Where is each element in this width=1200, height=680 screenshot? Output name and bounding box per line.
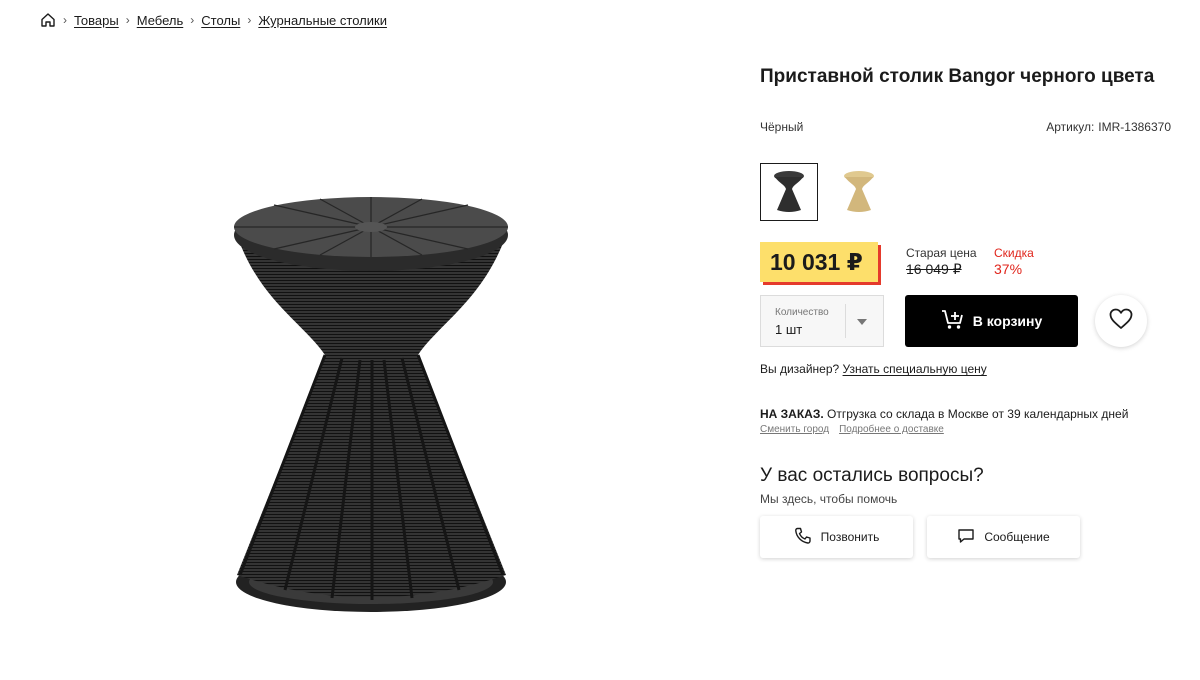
breadcrumb-link-coffee-tables[interactable]: Журнальные столики bbox=[258, 13, 387, 28]
breadcrumb-link-tables[interactable]: Столы bbox=[201, 13, 240, 28]
delivery-status: НА ЗАКАЗ. bbox=[760, 407, 824, 421]
old-price-label: Старая цена bbox=[906, 246, 977, 260]
delivery-info: НА ЗАКАЗ. Отгрузка со склада в Москве от… bbox=[760, 407, 1128, 421]
discount-value: 37% bbox=[994, 261, 1023, 277]
message-button[interactable]: Сообщение bbox=[927, 516, 1080, 558]
color-swatches bbox=[760, 163, 888, 221]
color-name: Чёрный bbox=[760, 120, 804, 134]
message-label: Сообщение bbox=[984, 530, 1050, 544]
product-info: Приставной столик Bangor черного цвета Ч… bbox=[760, 0, 1180, 680]
current-price: 10 031 ₽ bbox=[760, 242, 878, 282]
breadcrumb-link-furniture[interactable]: Мебель bbox=[137, 13, 184, 28]
special-price-link[interactable]: Узнать специальную цену bbox=[843, 362, 987, 376]
call-button[interactable]: Позвонить bbox=[760, 516, 913, 558]
quantity-value: 1 шт bbox=[775, 322, 803, 337]
article-label: Артикул: bbox=[1046, 120, 1095, 134]
breadcrumb-separator: › bbox=[247, 13, 252, 27]
chat-icon bbox=[957, 528, 975, 547]
home-icon[interactable] bbox=[40, 12, 56, 28]
product-title: Приставной столик Bangor черного цвета bbox=[760, 66, 1155, 87]
breadcrumb-separator: › bbox=[190, 13, 195, 27]
breadcrumb-link-goods[interactable]: Товары bbox=[74, 13, 119, 28]
swatch-black[interactable] bbox=[760, 163, 818, 221]
change-city-link[interactable]: Сменить город bbox=[760, 424, 829, 435]
designer-offer: Вы дизайнер? Узнать специальную цену bbox=[760, 362, 987, 376]
discount-label: Скидка bbox=[994, 246, 1034, 260]
delivery-links: Сменить город Подробнее о доставке bbox=[760, 424, 944, 435]
old-price: Старая цена 16 049 ₽ bbox=[906, 245, 977, 277]
add-to-cart-label: В корзину bbox=[972, 313, 1043, 329]
chevron-down-icon[interactable] bbox=[857, 319, 867, 325]
article-value: IMR-1386370 bbox=[1098, 120, 1171, 134]
article-number: Артикул: IMR-1386370 bbox=[1042, 120, 1171, 134]
product-image[interactable] bbox=[180, 150, 560, 640]
heart-icon bbox=[1109, 308, 1133, 335]
cart-plus-icon bbox=[941, 309, 965, 334]
phone-icon bbox=[794, 527, 812, 548]
quantity-select[interactable]: Количество 1 шт bbox=[760, 295, 884, 347]
discount: Скидка 37% bbox=[994, 245, 1034, 277]
quantity-divider bbox=[845, 304, 846, 338]
favorite-button[interactable] bbox=[1095, 295, 1147, 347]
breadcrumb: › Товары › Мебель › Столы › Журнальные с… bbox=[40, 10, 387, 30]
quantity-label: Количество bbox=[775, 307, 829, 318]
call-label: Позвонить bbox=[820, 530, 880, 544]
delivery-text: Отгрузка со склада в Москве от 39 календ… bbox=[827, 407, 1129, 421]
delivery-details-link[interactable]: Подробнее о доставке bbox=[839, 424, 944, 435]
designer-question: Вы дизайнер? bbox=[760, 362, 840, 376]
add-to-cart-button[interactable]: В корзину bbox=[905, 295, 1078, 347]
old-price-value: 16 049 ₽ bbox=[906, 261, 962, 277]
breadcrumb-separator: › bbox=[125, 13, 130, 27]
questions-title: У вас остались вопросы? bbox=[760, 465, 984, 486]
swatch-gold[interactable] bbox=[830, 163, 888, 221]
questions-subtitle: Мы здесь, чтобы помочь bbox=[760, 492, 898, 506]
breadcrumb-separator: › bbox=[63, 13, 67, 27]
